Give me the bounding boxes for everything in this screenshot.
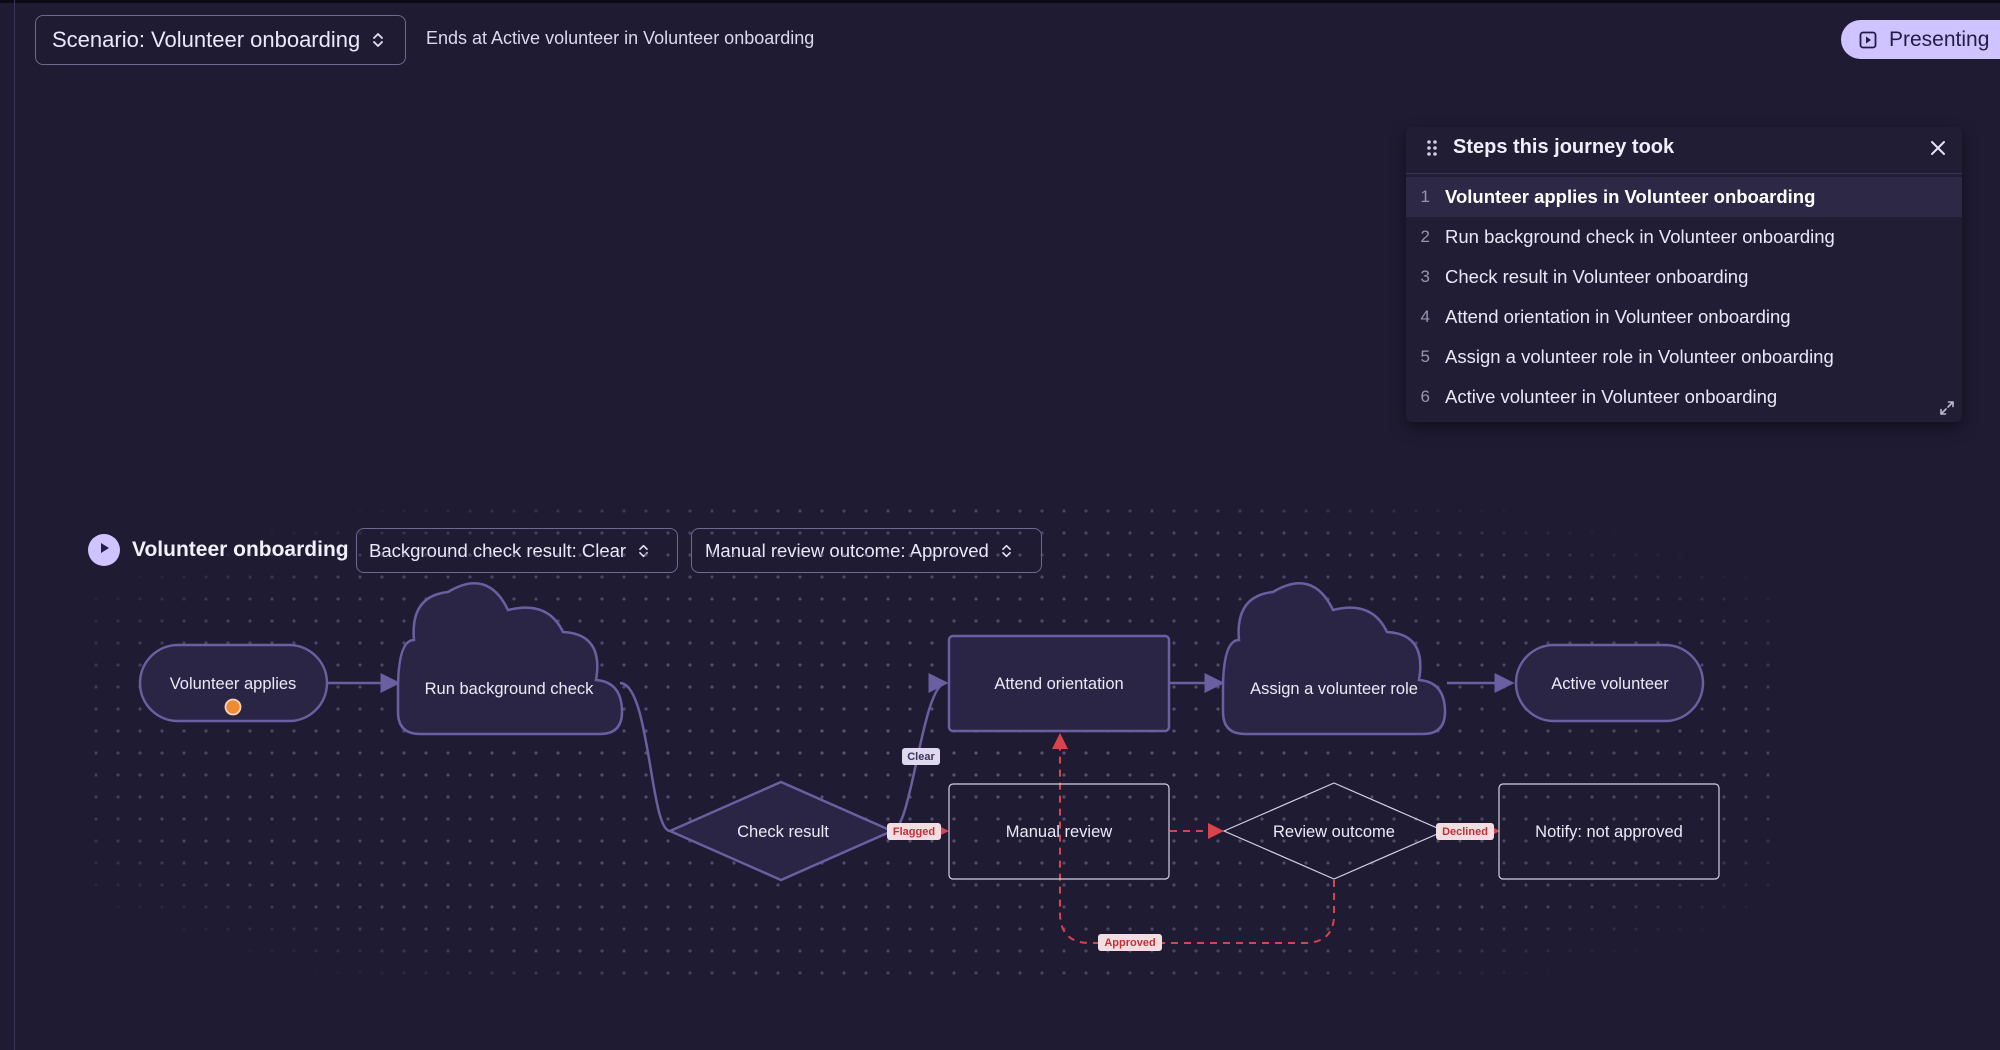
edge-approved <box>1052 733 1335 944</box>
node-label-run-background-check: Run background check <box>425 680 595 698</box>
flow-edges <box>327 673 1515 944</box>
drag-handle-icon[interactable] <box>1426 139 1438 162</box>
step-number: 2 <box>1420 227 1430 246</box>
window-top-edge <box>0 0 2000 3</box>
node-label-notify-not-approved: Notify: not approved <box>1535 823 1683 841</box>
node-label-active-volunteer: Active volunteer <box>1551 675 1669 693</box>
node-run-background-check: Run background check <box>396 582 624 736</box>
node-check-result: Check result <box>666 780 896 882</box>
step-item[interactable]: 2 Run background check in Volunteer onboa… <box>1406 217 1962 257</box>
left-panel-divider <box>14 0 15 1050</box>
play-button[interactable] <box>88 534 120 566</box>
node-assign-volunteer-role: Assign a volunteer role <box>1221 582 1447 736</box>
flow-title: Volunteer onboarding <box>132 538 349 561</box>
node-attend-orientation: Attend orientation <box>947 634 1171 733</box>
node-active-volunteer: Active volunteer <box>1514 643 1705 723</box>
background-check-result-label: Background check result: Clear <box>369 539 627 561</box>
edge-clear <box>891 673 949 833</box>
step-number: 6 <box>1420 387 1430 406</box>
presenting-button[interactable]: Presenting <box>1841 20 2000 59</box>
node-notify-not-approved: Notify: not approved <box>1498 783 1720 880</box>
canvas-dot-grid <box>85 500 1785 990</box>
step-item[interactable]: 5 Assign a volunteer role in Volunteer on… <box>1406 337 1962 377</box>
node-volunteer-applies: Volunteer applies <box>138 643 329 723</box>
chevron-up-down-icon <box>372 31 384 49</box>
steps-panel-title: Steps this journey took <box>1453 136 1675 158</box>
step-text: Assign a volunteer role in Volunteer onb… <box>1445 346 1834 367</box>
chevron-up-down-icon <box>638 543 649 559</box>
step-text: Check result in Volunteer onboarding <box>1445 266 1749 287</box>
chevron-up-down-icon <box>1001 543 1012 559</box>
svg-text:Flagged: Flagged <box>893 826 935 838</box>
steps-panel-header: Steps this journey took <box>1406 127 1962 174</box>
manual-review-outcome-label: Manual review outcome: Approved <box>705 539 989 561</box>
scenario-select[interactable]: Scenario: Volunteer onboarding <box>35 15 406 65</box>
edge-background-check-to-check-result <box>619 681 671 833</box>
node-manual-review: Manual review <box>948 783 1170 880</box>
svg-text:Declined: Declined <box>1442 826 1488 838</box>
step-number: 1 <box>1420 187 1430 206</box>
step-text: Active volunteer in Volunteer onboarding <box>1445 386 1778 407</box>
edge-label-declined: Declined <box>1436 823 1494 840</box>
presenting-label: Presenting <box>1889 27 1990 51</box>
edge-labels: Clear Flagged Declined Approved <box>887 748 1494 951</box>
step-item[interactable]: 4 Attend orientation in Volunteer onboard… <box>1406 297 1962 337</box>
step-item[interactable]: 3 Check result in Volunteer onboarding <box>1406 257 1962 297</box>
svg-text:Approved: Approved <box>1104 937 1155 949</box>
svg-text:Clear: Clear <box>907 751 935 763</box>
step-item[interactable]: 6 Active volunteer in Volunteer onboardin… <box>1406 377 1962 417</box>
step-text: Run background check in Volunteer onboar… <box>1445 226 1835 247</box>
close-icon[interactable] <box>1928 138 1948 163</box>
edge-label-approved: Approved <box>1098 934 1162 951</box>
step-number: 3 <box>1420 267 1430 286</box>
play-icon <box>97 541 111 560</box>
node-label-manual-review: Manual review <box>1006 823 1112 841</box>
step-text: Attend orientation in Volunteer onboardi… <box>1445 306 1791 327</box>
scenario-ending-text: Ends at Active volunteer in Volunteer on… <box>426 28 815 48</box>
node-review-outcome: Review outcome <box>1222 782 1446 880</box>
step-item[interactable]: 1 Volunteer applies in Volunteer onboardi… <box>1406 177 1962 217</box>
scenario-select-label: Scenario: Volunteer onboarding <box>52 27 361 52</box>
step-text: Volunteer applies in Volunteer onboardin… <box>1445 186 1816 207</box>
expand-icon[interactable] <box>1939 400 1955 421</box>
node-label-attend-orientation: Attend orientation <box>994 675 1123 693</box>
edge-label-clear: Clear <box>902 748 940 765</box>
background-check-result-select[interactable]: Background check result: Clear <box>356 528 678 573</box>
node-label-check-result: Check result <box>737 823 829 841</box>
edge-label-flagged: Flagged <box>887 823 941 840</box>
steps-panel: Steps this journey took 1 Volunteer appli… <box>1406 127 1962 422</box>
present-icon <box>1859 31 1877 49</box>
step-number: 4 <box>1420 307 1430 326</box>
node-label-volunteer-applies: Volunteer applies <box>170 675 297 693</box>
step-number: 5 <box>1420 347 1430 366</box>
node-label-review-outcome: Review outcome <box>1273 823 1395 841</box>
manual-review-outcome-select[interactable]: Manual review outcome: Approved <box>691 528 1042 573</box>
current-position-marker <box>224 698 242 716</box>
flow-nodes: Volunteer applies Run background check C… <box>138 582 1720 882</box>
node-label-assign-volunteer-role: Assign a volunteer role <box>1250 680 1418 698</box>
